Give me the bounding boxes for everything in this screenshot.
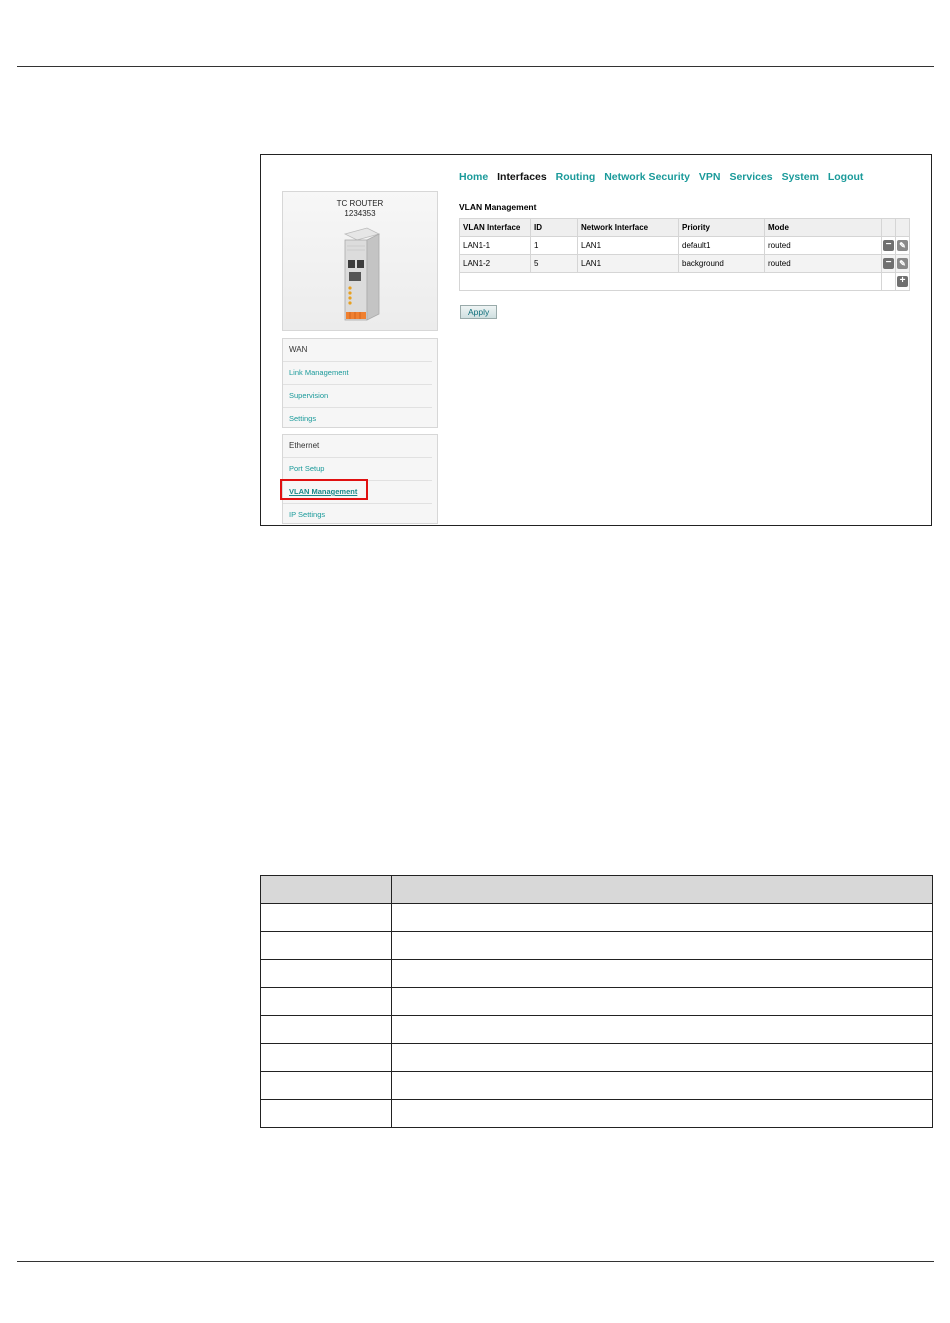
nav-system[interactable]: System bbox=[782, 171, 819, 183]
add-cell: + bbox=[895, 272, 910, 291]
doc-cell bbox=[260, 931, 392, 960]
nav-routing[interactable]: Routing bbox=[556, 171, 596, 183]
doc-cell bbox=[391, 959, 933, 988]
document-table-header bbox=[260, 875, 933, 904]
empty-add-row-cell bbox=[459, 272, 882, 291]
minus-icon[interactable]: − bbox=[883, 240, 894, 251]
table-row: LAN1-1 1 LAN1 default1 routed − ✎ bbox=[459, 236, 910, 255]
edit-cell: ✎ bbox=[895, 254, 910, 273]
col-header-edit bbox=[895, 218, 910, 237]
wan-panel: WAN Link Management Supervision Settings bbox=[282, 338, 438, 428]
cell-vlan-interface: LAN1-1 bbox=[459, 236, 531, 255]
doc-cell bbox=[391, 1015, 933, 1044]
vlan-table: VLAN Interface ID Network Interface Prio… bbox=[459, 218, 910, 291]
nav-home[interactable]: Home bbox=[459, 171, 488, 183]
cell-id: 1 bbox=[530, 236, 578, 255]
edit-icon[interactable]: ✎ bbox=[897, 258, 908, 269]
doc-cell bbox=[260, 959, 392, 988]
nav-services[interactable]: Services bbox=[729, 171, 772, 183]
top-rule bbox=[17, 66, 934, 67]
table-row: LAN1-2 5 LAN1 background routed − ✎ bbox=[459, 254, 910, 273]
doc-cell bbox=[260, 987, 392, 1016]
delete-cell: − bbox=[881, 254, 896, 273]
doc-cell bbox=[260, 1015, 392, 1044]
doc-cell bbox=[260, 1071, 392, 1100]
document-table-row bbox=[260, 1043, 933, 1072]
ethernet-panel-title: Ethernet bbox=[283, 435, 432, 458]
col-header-id: ID bbox=[530, 218, 578, 237]
nav-vpn[interactable]: VPN bbox=[699, 171, 721, 183]
col-header-mode: Mode bbox=[764, 218, 882, 237]
apply-button[interactable]: Apply bbox=[460, 305, 498, 319]
doc-cell bbox=[391, 1099, 933, 1128]
document-table-row bbox=[260, 1071, 933, 1100]
document-table-row bbox=[260, 903, 933, 932]
cell-priority: default1 bbox=[678, 236, 765, 255]
minus-icon[interactable]: − bbox=[883, 258, 894, 269]
col-header-vlan-interface: VLAN Interface bbox=[459, 218, 531, 237]
doc-cell bbox=[260, 903, 392, 932]
router-device-image bbox=[343, 227, 381, 321]
sidebar-item-ip-settings[interactable]: IP Settings bbox=[283, 504, 432, 525]
doc-cell bbox=[391, 1043, 933, 1072]
doc-cell bbox=[391, 1071, 933, 1100]
cell-mode: routed bbox=[764, 254, 882, 273]
device-name: TC ROUTER bbox=[336, 199, 384, 208]
sidebar-item-vlan-management[interactable]: VLAN Management bbox=[283, 481, 432, 504]
doc-cell bbox=[391, 903, 933, 932]
table-header-row: VLAN Interface ID Network Interface Prio… bbox=[459, 218, 910, 237]
edit-cell: ✎ bbox=[895, 236, 910, 255]
col-header-delete bbox=[881, 218, 896, 237]
doc-cell bbox=[391, 931, 933, 960]
document-table-row bbox=[260, 959, 933, 988]
cell-network-interface: LAN1 bbox=[577, 236, 679, 255]
sidebar-item-link-management[interactable]: Link Management bbox=[283, 362, 432, 385]
device-serial: 1234353 bbox=[344, 209, 376, 218]
cell-network-interface: LAN1 bbox=[577, 254, 679, 273]
bottom-rule bbox=[17, 1261, 934, 1262]
sidebar-item-port-setup[interactable]: Port Setup bbox=[283, 458, 432, 481]
document-table bbox=[260, 875, 933, 1128]
document-table-row bbox=[260, 931, 933, 960]
router-ui-screenshot: TC ROUTER 1234353 WAN Link Management Su… bbox=[260, 154, 932, 526]
sidebar-item-supervision[interactable]: Supervision bbox=[283, 385, 432, 408]
cell-mode: routed bbox=[764, 236, 882, 255]
document-table-row bbox=[260, 1015, 933, 1044]
nav-logout[interactable]: Logout bbox=[828, 171, 864, 183]
nav-interfaces[interactable]: Interfaces bbox=[497, 171, 547, 183]
doc-header-cell bbox=[260, 875, 392, 904]
doc-cell bbox=[391, 987, 933, 1016]
add-spacer-cell bbox=[881, 272, 896, 291]
cell-id: 5 bbox=[530, 254, 578, 273]
nav-network-security[interactable]: Network Security bbox=[604, 171, 690, 183]
delete-cell: − bbox=[881, 236, 896, 255]
ethernet-panel: Ethernet Port Setup VLAN Management IP S… bbox=[280, 434, 438, 525]
document-table-row bbox=[260, 1099, 933, 1128]
document-table-row bbox=[260, 987, 933, 1016]
cell-vlan-interface: LAN1-2 bbox=[459, 254, 531, 273]
col-header-priority: Priority bbox=[678, 218, 765, 237]
doc-cell bbox=[260, 1043, 392, 1072]
cell-priority: background bbox=[678, 254, 765, 273]
top-nav: Home Interfaces Routing Network Security… bbox=[459, 171, 869, 183]
col-header-network-interface: Network Interface bbox=[577, 218, 679, 237]
plus-icon[interactable]: + bbox=[897, 276, 908, 287]
table-add-row: + bbox=[459, 272, 910, 291]
doc-header-cell bbox=[391, 875, 933, 904]
section-title: VLAN Management bbox=[459, 202, 537, 212]
device-info-box: TC ROUTER 1234353 bbox=[282, 191, 438, 331]
doc-cell bbox=[260, 1099, 392, 1128]
wan-panel-title: WAN bbox=[283, 339, 432, 362]
edit-icon[interactable]: ✎ bbox=[897, 240, 908, 251]
sidebar-item-settings[interactable]: Settings bbox=[283, 408, 432, 430]
